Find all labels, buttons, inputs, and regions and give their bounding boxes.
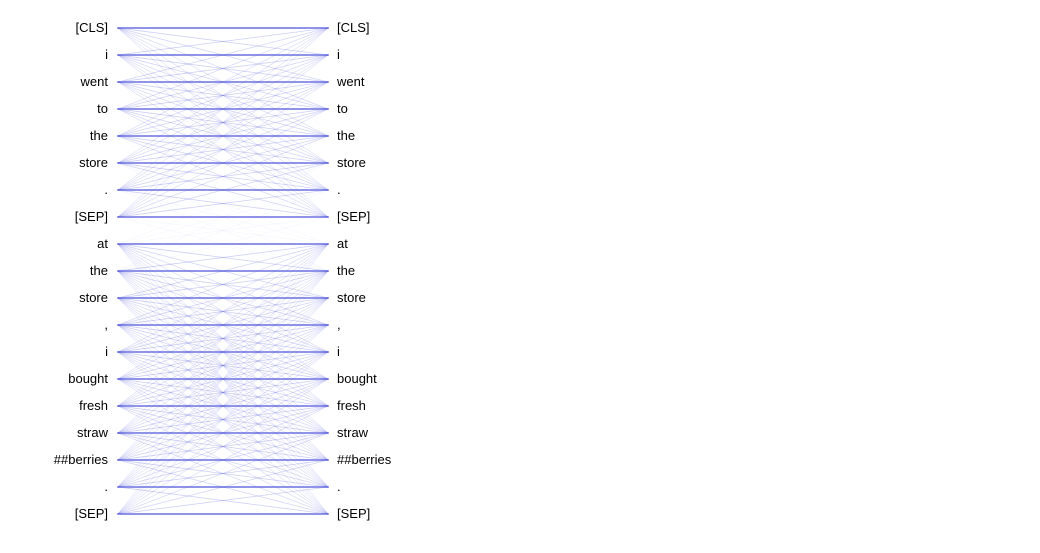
right-token: store — [337, 156, 366, 169]
right-token: . — [337, 183, 341, 196]
left-token: store — [79, 291, 108, 304]
right-token: fresh — [337, 399, 366, 412]
left-token: fresh — [79, 399, 108, 412]
left-token: . — [104, 480, 108, 493]
left-token: ##berries — [54, 453, 108, 466]
right-token: [SEP] — [337, 507, 370, 520]
right-token: i — [337, 345, 340, 358]
right-token: ##berries — [337, 453, 391, 466]
right-token: [SEP] — [337, 210, 370, 223]
left-token: at — [97, 237, 108, 250]
left-token: went — [81, 75, 108, 88]
right-token: the — [337, 129, 355, 142]
left-token: bought — [68, 372, 108, 385]
right-token: at — [337, 237, 348, 250]
attention-lines-canvas — [0, 0, 1040, 553]
right-token: store — [337, 291, 366, 304]
right-token: i — [337, 48, 340, 61]
left-token: [SEP] — [75, 507, 108, 520]
left-token: . — [104, 183, 108, 196]
left-token: [CLS] — [75, 21, 108, 34]
right-token: . — [337, 480, 341, 493]
left-token: i — [105, 48, 108, 61]
right-token: [CLS] — [337, 21, 370, 34]
right-token: went — [337, 75, 364, 88]
right-token: straw — [337, 426, 368, 439]
right-token: , — [337, 318, 341, 331]
left-token: i — [105, 345, 108, 358]
left-token: the — [90, 129, 108, 142]
left-token: , — [104, 318, 108, 331]
left-token: the — [90, 264, 108, 277]
left-token: to — [97, 102, 108, 115]
right-token: the — [337, 264, 355, 277]
left-token: straw — [77, 426, 108, 439]
left-token: [SEP] — [75, 210, 108, 223]
right-token: to — [337, 102, 348, 115]
left-token: store — [79, 156, 108, 169]
right-token: bought — [337, 372, 377, 385]
